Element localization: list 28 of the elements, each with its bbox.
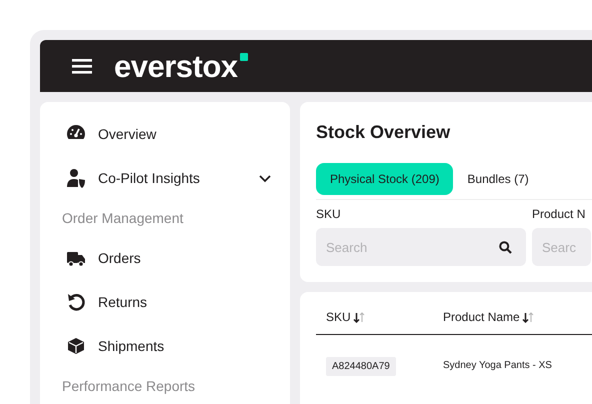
section-heading: Performance Reports [62,377,196,396]
tab[interactable]: Physical Stock (209) [316,163,454,195]
undo-icon [66,292,86,312]
field-label: SKU [316,206,342,222]
sidebar-item[interactable]: Overview [62,112,272,156]
page-title: Stock Overview [316,121,452,144]
search-icon[interactable] [499,241,512,254]
menu-icon[interactable] [72,58,92,74]
search-field[interactable]: Search [316,228,526,266]
sort-icon[interactable] [352,312,365,322]
section-heading: Order Management [62,209,184,228]
column-header[interactable]: Product Name [443,308,520,326]
sidebar-item[interactable]: Orders [62,236,272,280]
sku-tag: A824480A79 [326,357,396,376]
gauge-icon [66,124,86,144]
field-label: Product N [532,206,586,222]
logo: everstox [114,50,238,82]
sidebar-item[interactable]: Returns [62,280,272,324]
sidebar-item[interactable]: Co-Pilot Insights [62,156,272,200]
cube-icon [66,336,86,356]
table-cell-text: Sydney Yoga Pants - XS [442,358,552,372]
chevron-down-icon[interactable] [258,172,272,184]
logo-mark-icon [240,52,248,60]
column-header[interactable]: SKU [326,308,351,326]
sidebar-item[interactable]: Shipments [62,324,272,368]
sort-icon[interactable] [522,312,534,322]
user-shield-icon [66,168,86,188]
search-field[interactable]: Searc [532,228,591,266]
